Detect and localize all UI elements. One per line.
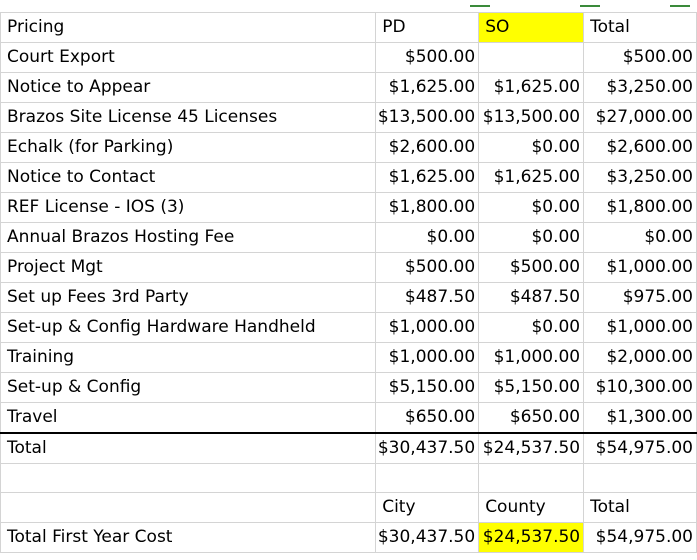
summary-header-row: City County Total xyxy=(0,492,697,523)
cell-label[interactable]: Travel xyxy=(0,402,377,434)
cell-pd[interactable]: $0.00 xyxy=(375,222,480,253)
cell-label[interactable]: Set-up & Config xyxy=(0,372,377,403)
cell-total-label[interactable]: Total xyxy=(0,432,377,464)
cell-pd[interactable]: $487.50 xyxy=(375,282,480,313)
cell-label[interactable]: Training xyxy=(0,342,377,373)
cell-summary-total-header[interactable]: Total xyxy=(583,492,697,523)
cell-total[interactable]: $1,000.00 xyxy=(583,252,697,283)
blank-row xyxy=(0,463,697,493)
cell-so-header[interactable]: SO xyxy=(478,12,585,43)
table-row: Set-up & Config Hardware Handheld $1,000… xyxy=(0,312,697,343)
table-row: Brazos Site License 45 Licenses $13,500.… xyxy=(0,102,697,133)
table-row: Training $1,000.00 $1,000.00 $2,000.00 xyxy=(0,342,697,373)
cell-so[interactable] xyxy=(478,42,585,73)
cell-total-header[interactable]: Total xyxy=(583,12,697,43)
cell-pd[interactable]: $500.00 xyxy=(375,252,480,283)
cell-total[interactable]: $500.00 xyxy=(583,42,697,73)
cell-pd[interactable]: $1,000.00 xyxy=(375,342,480,373)
table-row: Echalk (for Parking) $2,600.00 $0.00 $2,… xyxy=(0,132,697,163)
cell-total[interactable]: $1,000.00 xyxy=(583,312,697,343)
cell-label[interactable]: Annual Brazos Hosting Fee xyxy=(0,222,377,253)
cell-pd-header[interactable]: PD xyxy=(375,12,480,43)
cell-so[interactable]: $0.00 xyxy=(478,132,585,163)
cell-so[interactable]: $487.50 xyxy=(478,282,585,313)
cell-empty[interactable] xyxy=(375,463,480,493)
summary-row: Total First Year Cost $30,437.50 $24,537… xyxy=(0,522,697,553)
header-row: Pricing PD SO Total xyxy=(0,12,697,43)
table-row: Travel $650.00 $650.00 $1,300.00 xyxy=(0,402,697,434)
cell-label[interactable]: Court Export xyxy=(0,42,377,73)
table-row: Project Mgt $500.00 $500.00 $1,000.00 xyxy=(0,252,697,283)
cell-summary-total-value[interactable]: $54,975.00 xyxy=(583,522,697,553)
cell-so[interactable]: $13,500.00 xyxy=(478,102,585,133)
cell-pd[interactable]: $2,600.00 xyxy=(375,132,480,163)
spreadsheet: Pricing PD SO Total Court Export $500.00… xyxy=(0,0,697,560)
cell-pd[interactable]: $13,500.00 xyxy=(375,102,480,133)
cell-first-year-label[interactable]: Total First Year Cost xyxy=(0,522,377,553)
cell-pd[interactable]: $650.00 xyxy=(375,402,480,434)
cell-label[interactable]: Notice to Contact xyxy=(0,162,377,193)
cell-so[interactable]: $0.00 xyxy=(478,222,585,253)
table-row: Set up Fees 3rd Party $487.50 $487.50 $9… xyxy=(0,282,697,313)
cell-label[interactable]: Project Mgt xyxy=(0,252,377,283)
cell-so[interactable]: $650.00 xyxy=(478,402,585,434)
cell-pricing-header[interactable]: Pricing xyxy=(0,12,377,43)
cell-city-header[interactable]: City xyxy=(375,492,480,523)
cell-total[interactable]: $3,250.00 xyxy=(583,72,697,103)
cell-empty[interactable] xyxy=(583,463,697,493)
cell-total[interactable]: $0.00 xyxy=(583,222,697,253)
cell-so[interactable]: $1,000.00 xyxy=(478,342,585,373)
table-row: Court Export $500.00 $500.00 xyxy=(0,42,697,73)
cell-total[interactable]: $2,600.00 xyxy=(583,132,697,163)
cell-so[interactable]: $1,625.00 xyxy=(478,72,585,103)
cell-total[interactable]: $27,000.00 xyxy=(583,102,697,133)
cell-label[interactable]: Set up Fees 3rd Party xyxy=(0,282,377,313)
table-row: REF License - IOS (3) $1,800.00 $0.00 $1… xyxy=(0,192,697,223)
total-row: Total $30,437.50 $24,537.50 $54,975.00 xyxy=(0,432,697,464)
cell-total[interactable]: $2,000.00 xyxy=(583,342,697,373)
cell-city-value[interactable]: $30,437.50 xyxy=(375,522,480,553)
cell-so[interactable]: $0.00 xyxy=(478,192,585,223)
cropped-row-above xyxy=(0,0,697,12)
cell-so[interactable]: $5,150.00 xyxy=(478,372,585,403)
cell-label[interactable]: REF License - IOS (3) xyxy=(0,192,377,223)
cell-total[interactable]: $1,800.00 xyxy=(583,192,697,223)
table-row: Notice to Appear $1,625.00 $1,625.00 $3,… xyxy=(0,72,697,103)
cell-so[interactable]: $500.00 xyxy=(478,252,585,283)
cell-total-total[interactable]: $54,975.00 xyxy=(583,432,697,464)
table-row: Notice to Contact $1,625.00 $1,625.00 $3… xyxy=(0,162,697,193)
cell-total[interactable]: $1,300.00 xyxy=(583,402,697,434)
cell-pd[interactable]: $1,625.00 xyxy=(375,162,480,193)
cell-total[interactable]: $3,250.00 xyxy=(583,162,697,193)
cell-so[interactable]: $0.00 xyxy=(478,312,585,343)
cell-label[interactable]: Notice to Appear xyxy=(0,72,377,103)
pricing-table: Pricing PD SO Total Court Export $500.00… xyxy=(0,12,697,553)
cell-label[interactable]: Set-up & Config Hardware Handheld xyxy=(0,312,377,343)
cell-pd[interactable]: $1,625.00 xyxy=(375,72,480,103)
cell-pd[interactable]: $5,150.00 xyxy=(375,372,480,403)
table-row: Set-up & Config $5,150.00 $5,150.00 $10,… xyxy=(0,372,697,403)
cell-total[interactable]: $10,300.00 xyxy=(583,372,697,403)
cell-empty[interactable] xyxy=(0,492,377,523)
cell-total[interactable]: $975.00 xyxy=(583,282,697,313)
cell-pd[interactable]: $1,800.00 xyxy=(375,192,480,223)
cell-pd[interactable]: $500.00 xyxy=(375,42,480,73)
cell-empty[interactable] xyxy=(0,463,377,493)
cell-empty[interactable] xyxy=(478,463,585,493)
cell-total-so[interactable]: $24,537.50 xyxy=(478,432,585,464)
cell-county-value[interactable]: $24,537.50 xyxy=(478,522,585,553)
cell-pd[interactable]: $1,000.00 xyxy=(375,312,480,343)
cell-label[interactable]: Echalk (for Parking) xyxy=(0,132,377,163)
cell-total-pd[interactable]: $30,437.50 xyxy=(375,432,480,464)
cell-so[interactable]: $1,625.00 xyxy=(478,162,585,193)
cell-county-header[interactable]: County xyxy=(478,492,585,523)
cell-label[interactable]: Brazos Site License 45 Licenses xyxy=(0,102,377,133)
table-row: Annual Brazos Hosting Fee $0.00 $0.00 $0… xyxy=(0,222,697,253)
